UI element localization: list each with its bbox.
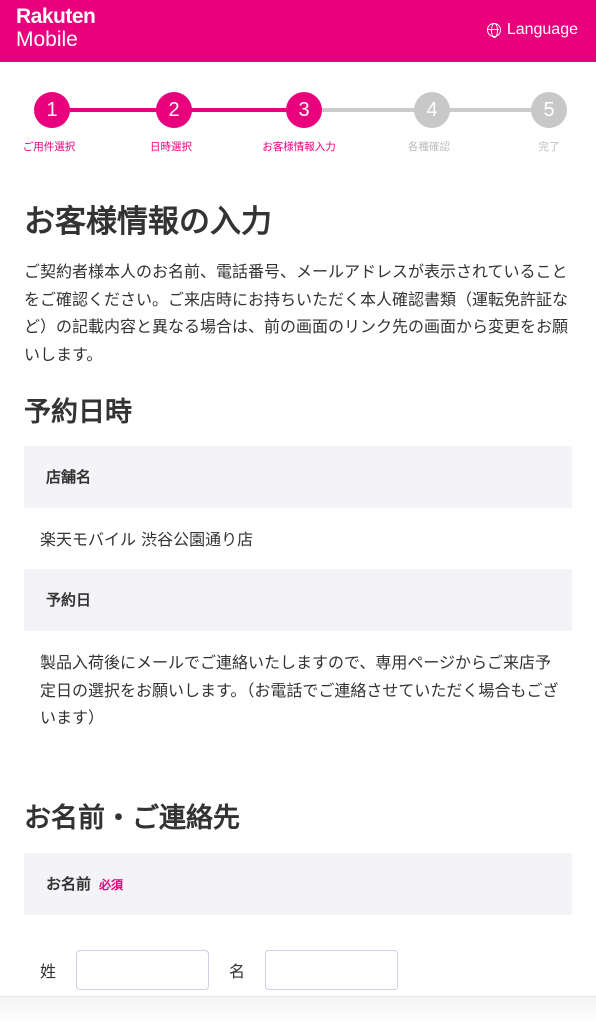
globe-icon <box>486 23 501 38</box>
first-name-label: 名 <box>229 962 246 981</box>
logo-text-top: Rakuten <box>16 5 96 28</box>
step-2-circle: 2 <box>156 92 192 128</box>
rakuten-mobile-logo[interactable]: Rakuten Mobile <box>16 5 96 51</box>
date-label: 予約日 <box>24 569 572 631</box>
required-badge: 必須 <box>99 878 124 892</box>
app-header: Rakuten Mobile Language <box>0 0 596 62</box>
first-name-input[interactable] <box>265 950 399 990</box>
language-label: Language <box>506 21 578 38</box>
step-4-label: 各種確認 <box>408 141 450 153</box>
step-1-label: ご用件選択 <box>22 141 76 153</box>
store-value: 楽天モバイル 渋谷公園通り店 <box>40 530 254 549</box>
reservation-heading: 予約日時 <box>24 397 132 428</box>
contact-heading: お名前・ご連絡先 <box>24 803 240 834</box>
step-5-label: 完了 <box>538 141 560 153</box>
bottom-bar <box>0 996 596 1024</box>
store-label: 店舗名 <box>24 446 572 508</box>
last-name-input[interactable] <box>76 950 210 990</box>
name-label: お名前 <box>46 875 92 893</box>
progress-stepper: 1 2 3 4 5 ご用件選択 日時選択 お客様情報入力 各種確認 完了 <box>0 62 596 158</box>
language-switcher[interactable]: Language <box>486 21 578 39</box>
step-1-circle: 1 <box>34 92 70 128</box>
page-title: お客様情報の入力 <box>24 204 272 240</box>
intro-text: ご契約者様本人のお名前、電話番号、メールアドレスが表示されていることをご確認くだ… <box>24 262 569 364</box>
step-2-label: 日時選択 <box>150 141 192 153</box>
step-5-circle: 5 <box>531 92 567 128</box>
last-name-label: 姓 <box>40 962 57 981</box>
name-field-header: お名前 必須 <box>24 853 572 915</box>
step-3-circle: 3 <box>286 92 322 128</box>
step-3-label: お客様情報入力 <box>262 141 336 153</box>
date-value: 製品入荷後にメールでご連絡いたしますので、専用ページからご来店予定日の選択をお願… <box>40 653 559 727</box>
logo-text-bottom: Mobile <box>16 28 78 51</box>
name-input-row: 姓 名 <box>40 950 418 990</box>
step-4-circle: 4 <box>414 92 450 128</box>
